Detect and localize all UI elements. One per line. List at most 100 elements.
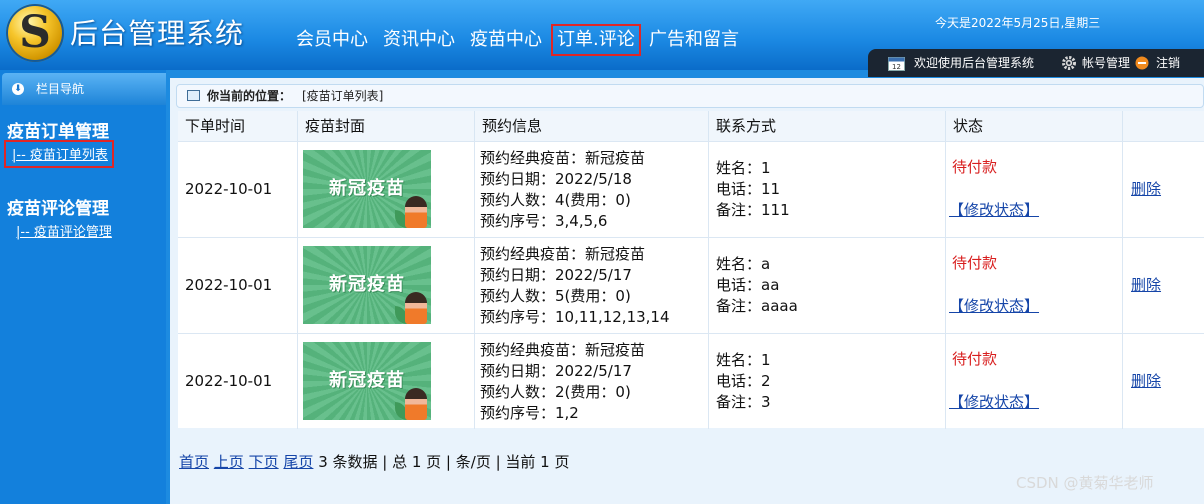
first-page-link[interactable]: 首页 [179,453,209,471]
list-icon [187,90,200,101]
modify-status-link[interactable]: 【修改状态】 [949,296,1039,317]
contact-phone: 电话：11 [716,180,781,198]
booking-info-cell: 预约经典疫苗：新冠疫苗 预约日期：2022/5/17 预约人数：2(费用：0) … [475,334,709,429]
next-page-link[interactable]: 下页 [249,453,279,471]
calendar-icon: 12 [888,57,905,71]
contact-phone: 电话：2 [716,372,771,390]
logout-link[interactable]: 注销 [1156,49,1180,77]
contact-name: 姓名：1 [716,159,771,177]
booking-date: 预约日期：2022/5/17 [480,362,632,380]
contact-cell: 姓名：a 电话：aa 备注：aaaa [709,238,946,333]
booking-date: 预约日期：2022/5/18 [480,170,632,188]
booking-count: 预约人数：4(费用：0) [480,191,631,209]
order-date: 2022-10-01 [185,180,273,198]
booking-count: 预约人数：5(费用：0) [480,287,631,305]
table-row: 2022-10-01 新冠疫苗 预约经典疫苗：新冠疫苗 预约日期：2022/5/… [178,237,1204,333]
delete-link[interactable]: 删除 [1131,371,1161,392]
nav-news-center[interactable]: 资讯中心 [383,24,455,56]
contact-cell: 姓名：1 电话：11 备注：111 [709,142,946,237]
sidebar: ⬇ 栏目导航 疫苗订单管理 |-- 疫苗订单列表 疫苗评论管理 |-- 疫苗评论… [0,70,166,504]
actions-cell: 删除 [1123,238,1204,333]
gear-icon[interactable] [1061,55,1077,71]
cover-cell: 新冠疫苗 [298,334,475,429]
booking-count: 预约人数：2(费用：0) [480,383,631,401]
contact-name: 姓名：1 [716,351,771,369]
delete-link[interactable]: 删除 [1131,275,1161,296]
person-illustration-icon [405,388,427,420]
sidebar-group-comment-management: 疫苗评论管理 [7,199,109,219]
cover-cell: 新冠疫苗 [298,238,475,333]
status-text: 待付款 [952,254,998,272]
person-illustration-icon [405,292,427,324]
sidebar-header-label: 栏目导航 [36,82,85,96]
person-illustration-icon [405,196,427,228]
column-header-booking-info: 预约信息 [475,111,709,141]
booking-seq: 预约序号：3,4,5,6 [480,212,608,230]
delete-link[interactable]: 删除 [1131,179,1161,200]
status-cell: 待付款 【修改状态】 [946,142,1123,237]
column-header-cover: 疫苗封面 [298,111,475,141]
welcome-text: 欢迎使用后台管理系统 [914,56,1035,70]
watermark: CSDN @黄菊华老师 [1016,474,1154,492]
vaccine-cover-image[interactable]: 新冠疫苗 [303,150,431,228]
booking-date: 预约日期：2022/5/17 [480,266,632,284]
last-page-link[interactable]: 尾页 [283,453,313,471]
sidebar-item-comment-management[interactable]: |-- 疫苗评论管理 [16,221,112,240]
nav-ads-messages[interactable]: 广告和留言 [649,24,739,56]
booking-seq: 预约序号：10,11,12,13,14 [480,308,670,326]
actions-cell: 删除 [1123,142,1204,237]
sidebar-header: ⬇ 栏目导航 [2,73,166,105]
nav-orders-comments[interactable]: 订单.评论 [551,24,641,56]
booking-info-cell: 预约经典疫苗：新冠疫苗 预约日期：2022/5/17 预约人数：5(费用：0) … [475,238,709,333]
nav-vaccine-center[interactable]: 疫苗中心 [470,24,542,56]
sidebar-item-order-list[interactable]: |-- 疫苗订单列表 [4,140,114,168]
contact-name: 姓名：a [716,255,771,273]
status-cell: 待付款 【修改状态】 [946,334,1123,429]
status-text: 待付款 [952,158,998,176]
vaccine-cover-image[interactable]: 新冠疫苗 [303,342,431,420]
date-text: 今天是2022年5月25日,星期三 [935,16,1101,30]
status-text: 待付款 [952,350,998,368]
contact-note: 备注：aaaa [716,297,798,315]
circle-arrow-down-icon: ⬇ [12,83,24,95]
nav-member-center[interactable]: 会员中心 [296,24,368,56]
column-header-actions [1123,111,1204,141]
table-row: 2022-10-01 新冠疫苗 预约经典疫苗：新冠疫苗 预约日期：2022/5/… [178,333,1204,429]
pagination: 首页 上页 下页 尾页 3 条数据 | 总 1 页 | 条/页 | 当前 1 页 [179,451,569,472]
actions-cell: 删除 [1123,334,1204,429]
booking-info-cell: 预约经典疫苗：新冠疫苗 预约日期：2022/5/18 预约人数：4(费用：0) … [475,142,709,237]
order-table: 下单时间 疫苗封面 预约信息 联系方式 状态 2022-10-01 新冠疫苗 预… [178,111,1204,429]
pagination-summary: 3 条数据 | 总 1 页 | 条/页 | 当前 1 页 [318,453,570,471]
contact-phone: 电话：aa [716,276,780,294]
contact-note: 备注：3 [716,393,771,411]
cover-cell: 新冠疫苗 [298,142,475,237]
logout-icon[interactable] [1135,56,1149,70]
column-header-order-time: 下单时间 [178,111,298,141]
order-date: 2022-10-01 [185,276,273,294]
main-panel: 你当前的位置： [疫苗订单列表] 下单时间 疫苗封面 预约信息 联系方式 状态 … [170,78,1204,504]
breadcrumb: 你当前的位置： [疫苗订单列表] [176,84,1204,108]
logo-icon: S [6,4,64,62]
account-settings-link[interactable]: 帐号管理 [1082,49,1130,77]
booking-vaccine: 预约经典疫苗：新冠疫苗 [480,341,646,359]
contact-note: 备注：111 [716,201,790,219]
column-header-status: 状态 [946,111,1123,141]
order-time-cell: 2022-10-01 [178,142,298,237]
booking-vaccine: 预约经典疫苗：新冠疫苗 [480,149,646,167]
order-date: 2022-10-01 [185,372,273,390]
svg-text:12: 12 [892,63,901,71]
column-header-contact: 联系方式 [709,111,946,141]
breadcrumb-label: 你当前的位置： [207,89,292,103]
contact-cell: 姓名：1 电话：2 备注：3 [709,334,946,429]
user-bar: 12 欢迎使用后台管理系统 帐号管理 注销 [868,49,1204,77]
booking-vaccine: 预约经典疫苗：新冠疫苗 [480,245,646,263]
site-title: 后台管理系统 [70,17,245,50]
order-time-cell: 2022-10-01 [178,238,298,333]
prev-page-link[interactable]: 上页 [214,453,244,471]
vaccine-cover-image[interactable]: 新冠疫苗 [303,246,431,324]
booking-seq: 预约序号：1,2 [480,404,579,422]
modify-status-link[interactable]: 【修改状态】 [949,392,1039,413]
modify-status-link[interactable]: 【修改状态】 [949,200,1039,221]
table-row: 2022-10-01 新冠疫苗 预约经典疫苗：新冠疫苗 预约日期：2022/5/… [178,141,1204,237]
breadcrumb-value: [疫苗订单列表] [302,89,384,103]
